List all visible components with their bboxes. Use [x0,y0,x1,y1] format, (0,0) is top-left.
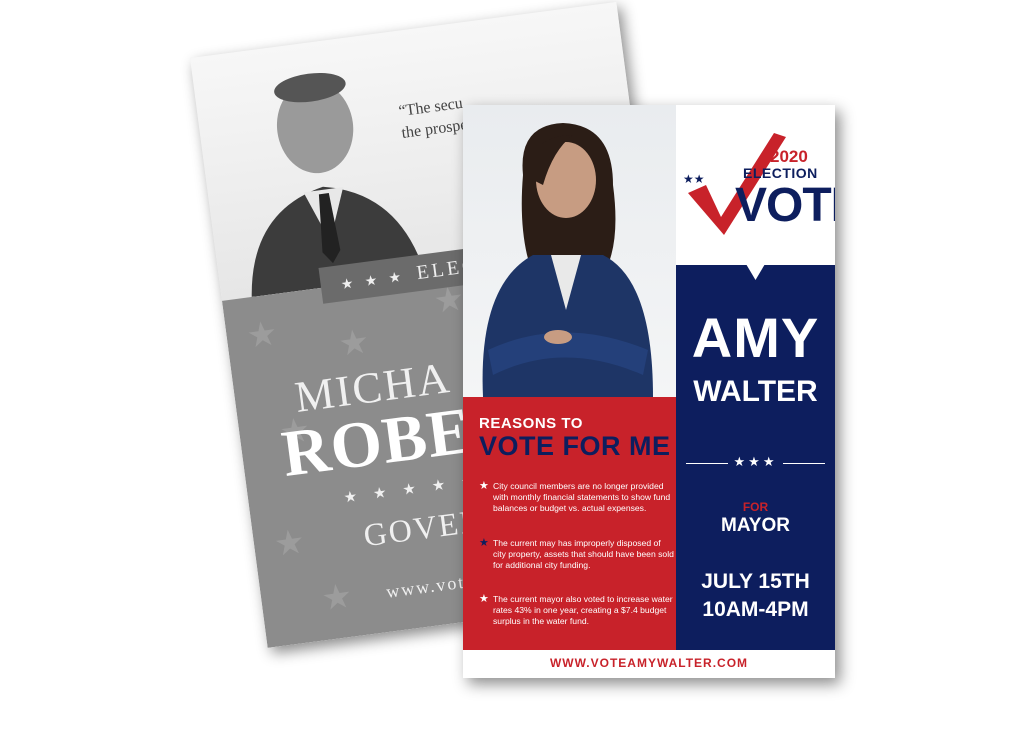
svg-text:★: ★ [319,576,354,620]
svg-text:★: ★ [244,313,279,357]
front-photo-area [463,105,676,397]
divider-right [783,463,825,464]
event-time: 10AM-4PM [702,598,809,621]
reason-item: ★ The current may has improperly dispose… [479,538,674,578]
campaign-url: WWW.VOTEAMYWALTER.COM [549,656,749,670]
star-icon: ★ [479,537,489,549]
office-label: MAYOR [721,515,790,536]
reason-text: The current may has improperly disposed … [493,538,674,570]
reason-item: ★ The current mayor also voted to increa… [479,594,674,634]
reasons-title-small: REASONS TO [479,415,583,432]
reason-text: The current mayor also voted to increase… [493,594,673,626]
svg-text:★: ★ [272,521,307,565]
female-candidate-photo [482,123,653,397]
reasons-title-big: VOTE FOR ME [479,431,671,461]
reason-text: City council members are no longer provi… [493,481,671,513]
svg-text:★: ★ [336,321,371,365]
candidate-first-name: AMY [691,306,820,369]
notch-pointer [746,264,765,280]
logo-year: 2020 [770,147,808,166]
event-date: JULY 15TH [701,570,810,593]
logo-vote: VOTE [735,179,835,232]
star-icon: ★ [479,480,489,492]
ribbon-stars: ★ ★ ★ [340,269,407,294]
logo-stars: ★★ [683,172,705,186]
for-label: FOR [742,500,769,514]
star-icon: ★ [479,593,489,605]
candidate-last-name: WALTER [693,375,818,408]
front-flyer: ★★ 2020 ELECTION VOTE AMY WALTER ★★★ FOR… [463,105,835,678]
divider-stars: ★★★ [733,454,778,469]
reason-item: ★ City council members are no longer pro… [479,481,674,521]
